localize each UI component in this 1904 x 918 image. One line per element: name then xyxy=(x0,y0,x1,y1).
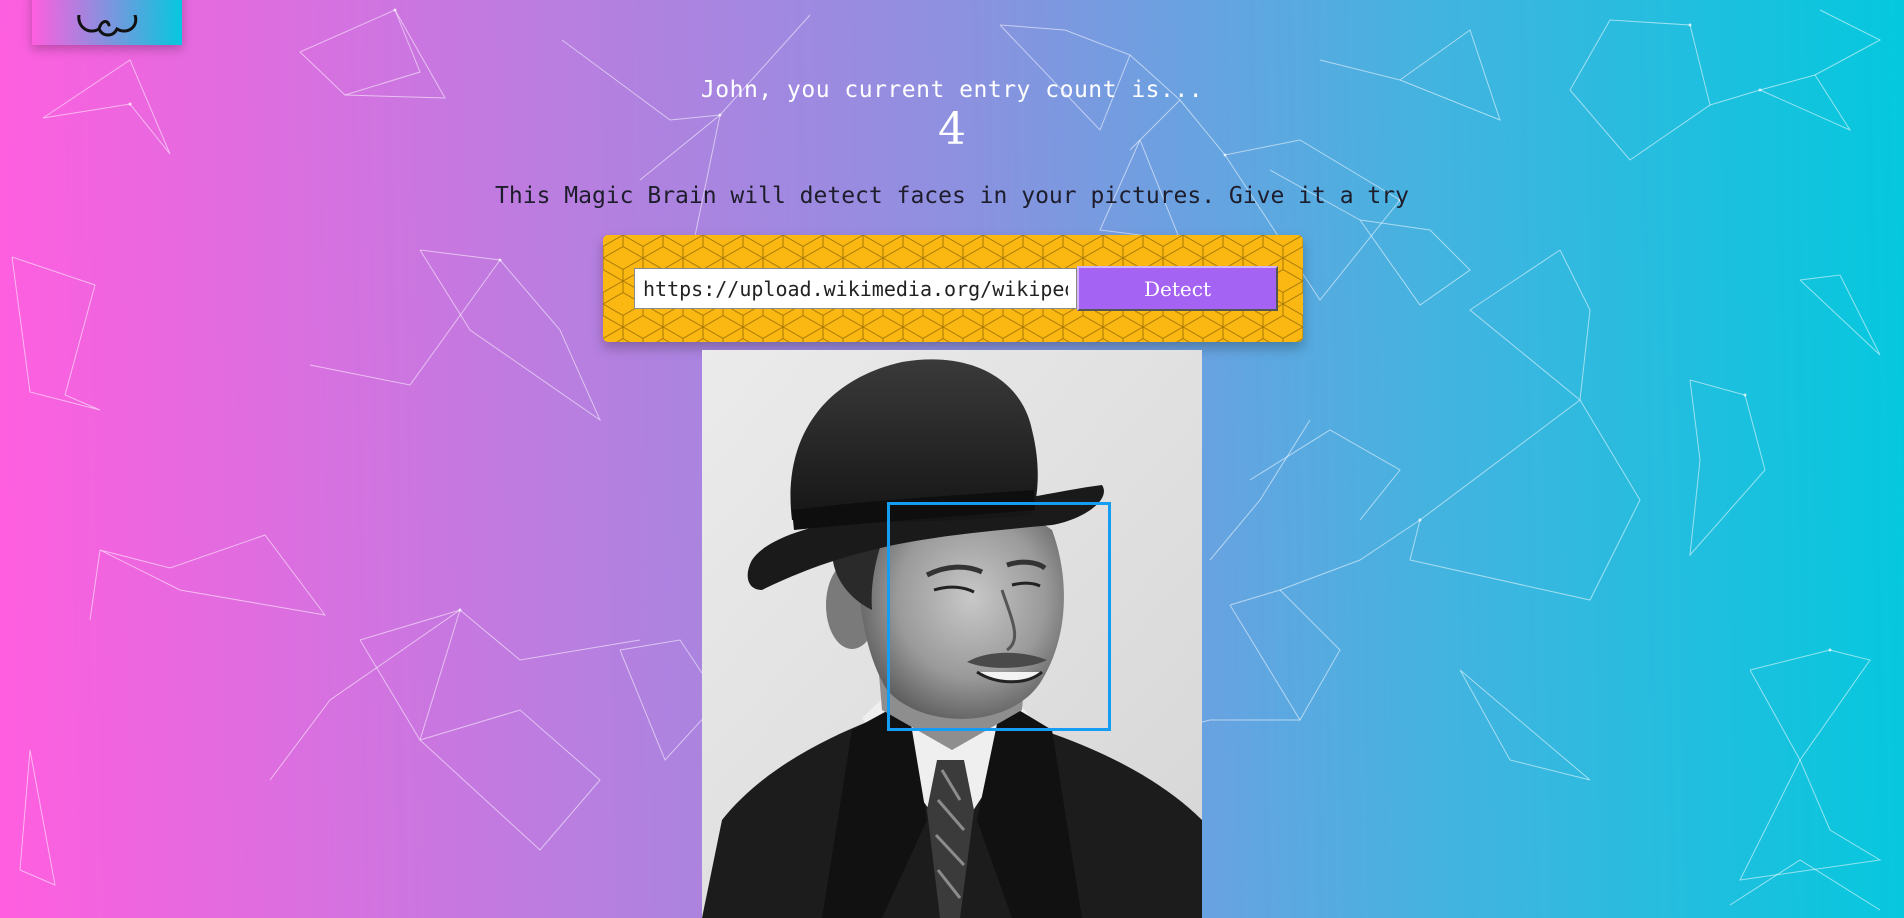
intro-text: This Magic Brain will detect faces in yo… xyxy=(495,183,1409,209)
detect-button[interactable]: Detect xyxy=(1077,266,1278,311)
entry-count: 4 xyxy=(938,104,966,155)
face-recognition-image xyxy=(702,350,1202,918)
logo xyxy=(32,0,182,45)
rank-message: John, you current entry count is... xyxy=(700,77,1204,103)
face-bounding-box xyxy=(887,502,1111,731)
image-url-input[interactable] xyxy=(634,268,1077,309)
image-link-form: Detect xyxy=(603,235,1303,342)
brain-icon xyxy=(77,15,138,37)
